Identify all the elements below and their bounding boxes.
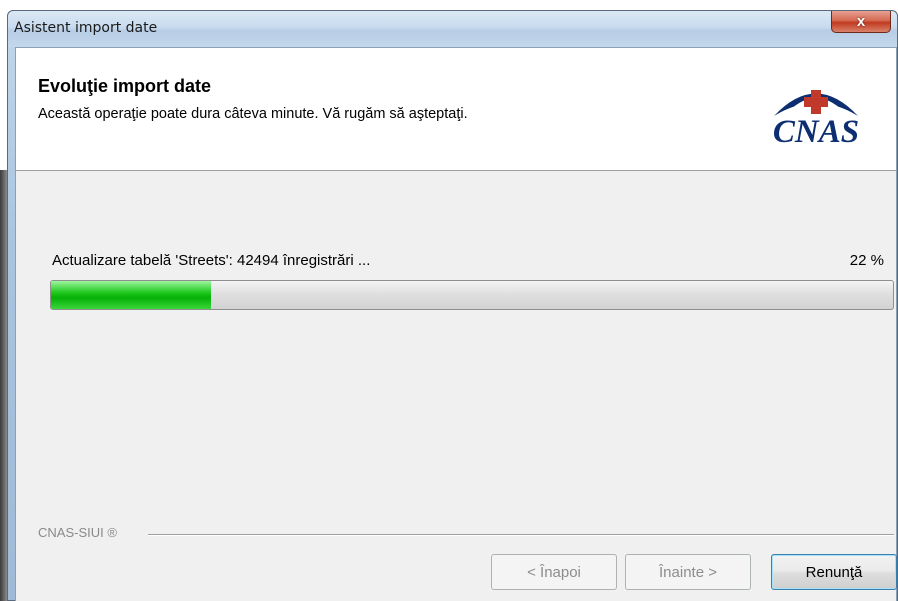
page-title: Evoluţie import date <box>38 76 212 96</box>
progress-bar-fill <box>51 281 211 309</box>
next-button[interactable]: Înainte > <box>625 554 751 590</box>
back-button[interactable]: < Înapoi <box>491 554 617 590</box>
window-title: Asistent import date <box>14 20 158 36</box>
footer-brand: CNAS-SIUI ® <box>38 525 117 540</box>
import-progress-bar <box>50 280 894 310</box>
title-bar[interactable]: Asistent import date x <box>8 11 897 47</box>
close-button[interactable]: x <box>831 11 891 33</box>
progress-percent-label: 22 % <box>849 252 884 269</box>
progress-status-label: Actualizare tabelă 'Streets': 42494 înre… <box>52 252 371 269</box>
background-window-edge <box>0 170 7 601</box>
cnas-logo-text: CNAS <box>772 114 860 150</box>
cnas-logo: CNAS <box>756 76 876 151</box>
wizard-client-area: Evoluţie import date Această operaţie po… <box>15 47 897 601</box>
footer-divider <box>148 534 894 535</box>
close-icon: x <box>856 13 866 30</box>
import-wizard-window: Asistent import date x Evoluţie import d… <box>7 10 898 601</box>
cancel-button[interactable]: Renunţă <box>771 554 897 590</box>
page-subtitle: Această operaţie poate dura câteva minut… <box>38 106 468 122</box>
wizard-header: Evoluţie import date Această operaţie po… <box>16 48 896 171</box>
